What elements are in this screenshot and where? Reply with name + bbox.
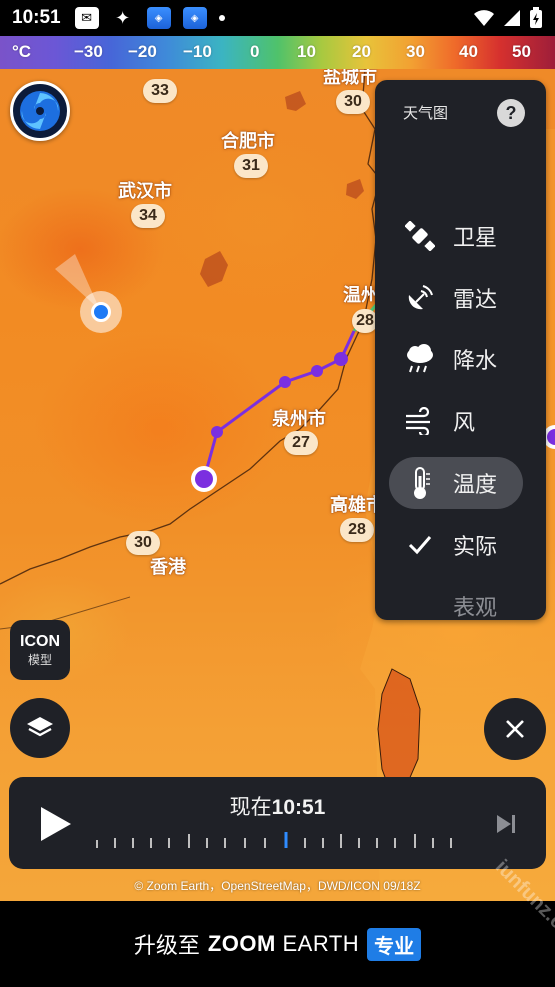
- app-icon: ◈: [182, 7, 207, 29]
- skip-end-icon: [497, 815, 515, 833]
- model-name: ICON: [20, 632, 60, 650]
- wind-icon: [403, 404, 437, 438]
- mail-icon: ✉: [74, 7, 99, 29]
- menu-item-label: 降水: [453, 349, 498, 374]
- brand-rest: EARTH: [282, 931, 360, 956]
- menu-item-satellite[interactable]: 卫星: [389, 210, 523, 262]
- scale-tick: 0: [250, 42, 260, 61]
- menu-item-label: 温度: [453, 473, 498, 498]
- temp-badge: 27: [284, 431, 318, 455]
- time-value: 10:51: [271, 796, 326, 819]
- scale-tick: 20: [352, 42, 371, 61]
- menu-item-apparent[interactable]: 表观: [389, 580, 523, 620]
- temp-badge: 30: [126, 531, 160, 555]
- app-icon: ◈: [146, 7, 171, 29]
- city-label: 盐城市: [323, 69, 377, 88]
- city-label: 泉州市: [272, 409, 326, 430]
- temp-badge: 28: [340, 518, 374, 542]
- menu-item-wind[interactable]: 风: [389, 395, 523, 447]
- swirl-logo-icon: [20, 91, 60, 131]
- temp-badge: 34: [131, 204, 165, 228]
- temp-badge: 33: [143, 79, 177, 103]
- close-menu-button[interactable]: [484, 698, 546, 760]
- status-bar: 10:51 ✉ ✦ ◈ ◈: [0, 0, 555, 36]
- time-prefix: 现在: [229, 795, 272, 819]
- menu-item-temperature[interactable]: 温度: [389, 457, 523, 509]
- menu-item-radar[interactable]: 雷达: [389, 272, 523, 324]
- scale-tick: −20: [128, 42, 157, 61]
- drone-icon: ✦: [115, 7, 131, 29]
- zoom-earth-logo-button[interactable]: [10, 81, 70, 141]
- brand-name: ZOOM EARTH: [208, 931, 359, 957]
- help-button[interactable]: ?: [497, 99, 525, 127]
- scale-tick: −10: [183, 42, 212, 61]
- brand-bold: ZOOM: [207, 931, 276, 956]
- timeline-panel: 现在10:51: [9, 777, 546, 869]
- weather-layer-menu: 天气图 ? 卫星 雷达 降水 风 温度 实际 表观: [375, 80, 546, 620]
- check-icon: [403, 528, 437, 562]
- scale-tick: 10: [297, 42, 316, 61]
- scale-unit: °C: [12, 42, 32, 61]
- layers-icon: [27, 717, 53, 737]
- timeline-scrubber[interactable]: [95, 832, 465, 852]
- pro-badge: 专业: [367, 927, 422, 961]
- scale-tick: 30: [406, 42, 425, 61]
- current-time-label: 现在10:51: [9, 791, 546, 821]
- scale-tick: −30: [74, 42, 103, 61]
- my-location-marker[interactable]: [80, 291, 122, 333]
- menu-item-precipitation[interactable]: 降水: [389, 333, 523, 385]
- rain-cloud-icon: [403, 342, 437, 376]
- menu-item-label: 表观: [453, 596, 498, 620]
- menu-item-label: 风: [453, 411, 476, 436]
- menu-item-actual[interactable]: 实际: [389, 519, 523, 571]
- city-label: 合肥市: [221, 131, 275, 152]
- scale-tick: 50: [512, 42, 531, 61]
- satellite-icon: [403, 219, 437, 253]
- menu-item-label: 实际: [453, 535, 498, 560]
- thermometer-icon: [403, 466, 437, 500]
- close-icon: [506, 720, 524, 738]
- temp-badge: 30: [336, 90, 370, 114]
- signal-icon: [504, 10, 520, 26]
- skip-forward-button[interactable]: [495, 813, 517, 839]
- upgrade-text: 升级至: [133, 934, 200, 959]
- temperature-scale: °C −30 −20 −10 0 10 20 30 40 50: [0, 36, 555, 69]
- layers-button[interactable]: [10, 698, 70, 758]
- battery-icon: [530, 7, 542, 28]
- city-label: 香港: [150, 557, 186, 578]
- menu-item-label: 雷达: [453, 288, 498, 313]
- model-sub-label: 模型: [27, 652, 52, 667]
- model-button[interactable]: ICON 模型: [10, 620, 70, 680]
- city-label: 温州: [343, 285, 379, 306]
- more-notifications-dot: [218, 15, 225, 21]
- temp-badge: 31: [234, 154, 268, 178]
- menu-item-label: 卫星: [453, 226, 498, 251]
- menu-header: 天气图: [403, 104, 449, 122]
- wifi-icon: [474, 10, 494, 26]
- status-time: 10:51: [12, 7, 61, 28]
- radar-icon: [403, 281, 437, 315]
- city-label: 武汉市: [118, 181, 172, 202]
- scale-tick: 40: [459, 42, 478, 61]
